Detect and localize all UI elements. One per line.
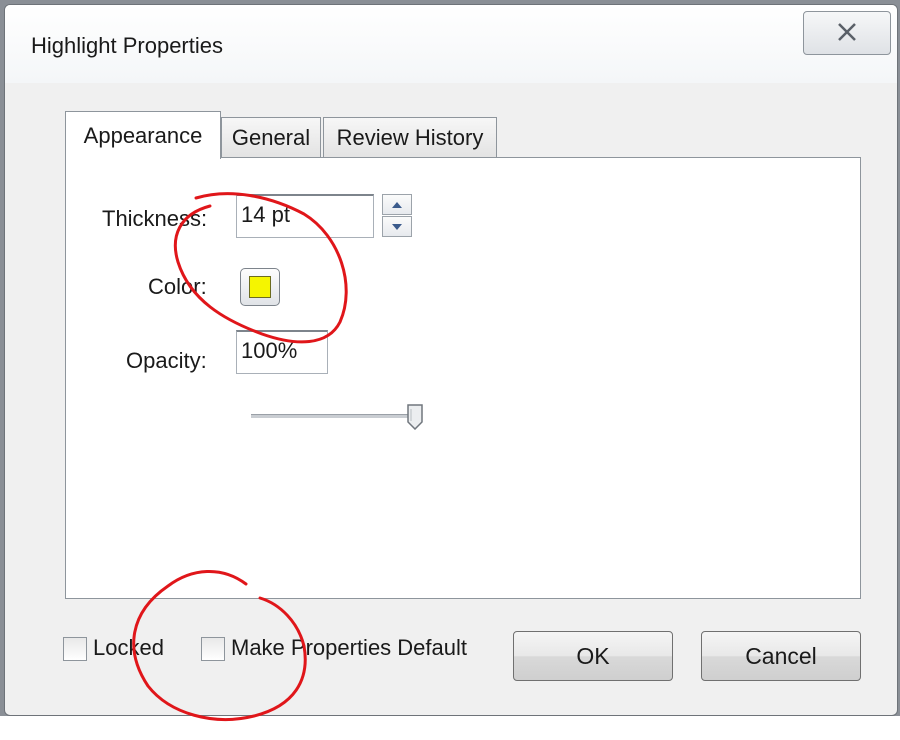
thickness-label: Thickness: bbox=[102, 206, 208, 231]
chevron-down-icon bbox=[392, 223, 402, 230]
make-default-label: Make Properties Default bbox=[231, 635, 467, 660]
chevron-up-icon bbox=[392, 201, 402, 208]
tab-general[interactable]: General bbox=[221, 117, 321, 157]
thickness-increment-button[interactable] bbox=[382, 194, 412, 215]
locked-checkbox[interactable] bbox=[63, 637, 87, 661]
opacity-slider-track[interactable] bbox=[251, 414, 421, 418]
close-icon bbox=[836, 18, 858, 49]
thickness-input[interactable]: 14 pt bbox=[236, 194, 374, 238]
tab-appearance[interactable]: Appearance bbox=[65, 111, 221, 159]
color-picker-button[interactable] bbox=[240, 268, 280, 306]
opacity-slider-thumb[interactable] bbox=[406, 404, 424, 431]
cancel-button[interactable]: Cancel bbox=[701, 631, 861, 681]
opacity-label: Opacity: bbox=[126, 348, 207, 373]
dialog-title: Highlight Properties bbox=[31, 33, 223, 58]
opacity-input[interactable]: 100% bbox=[236, 330, 328, 374]
appearance-panel: Thickness: 14 pt Color: Opacity: 100% bbox=[65, 157, 861, 599]
title-bar: Highlight Properties bbox=[5, 5, 897, 83]
color-swatch bbox=[249, 276, 271, 298]
color-label: Color: bbox=[148, 274, 207, 299]
close-button[interactable] bbox=[803, 11, 891, 55]
thickness-stepper bbox=[382, 194, 412, 238]
highlight-properties-dialog: Highlight Properties Appearance General … bbox=[4, 4, 898, 716]
ok-button[interactable]: OK bbox=[513, 631, 673, 681]
tab-review-history[interactable]: Review History bbox=[323, 117, 497, 157]
make-default-checkbox[interactable] bbox=[201, 637, 225, 661]
thickness-decrement-button[interactable] bbox=[382, 216, 412, 237]
locked-label: Locked bbox=[93, 635, 164, 660]
background-strip bbox=[0, 716, 900, 740]
